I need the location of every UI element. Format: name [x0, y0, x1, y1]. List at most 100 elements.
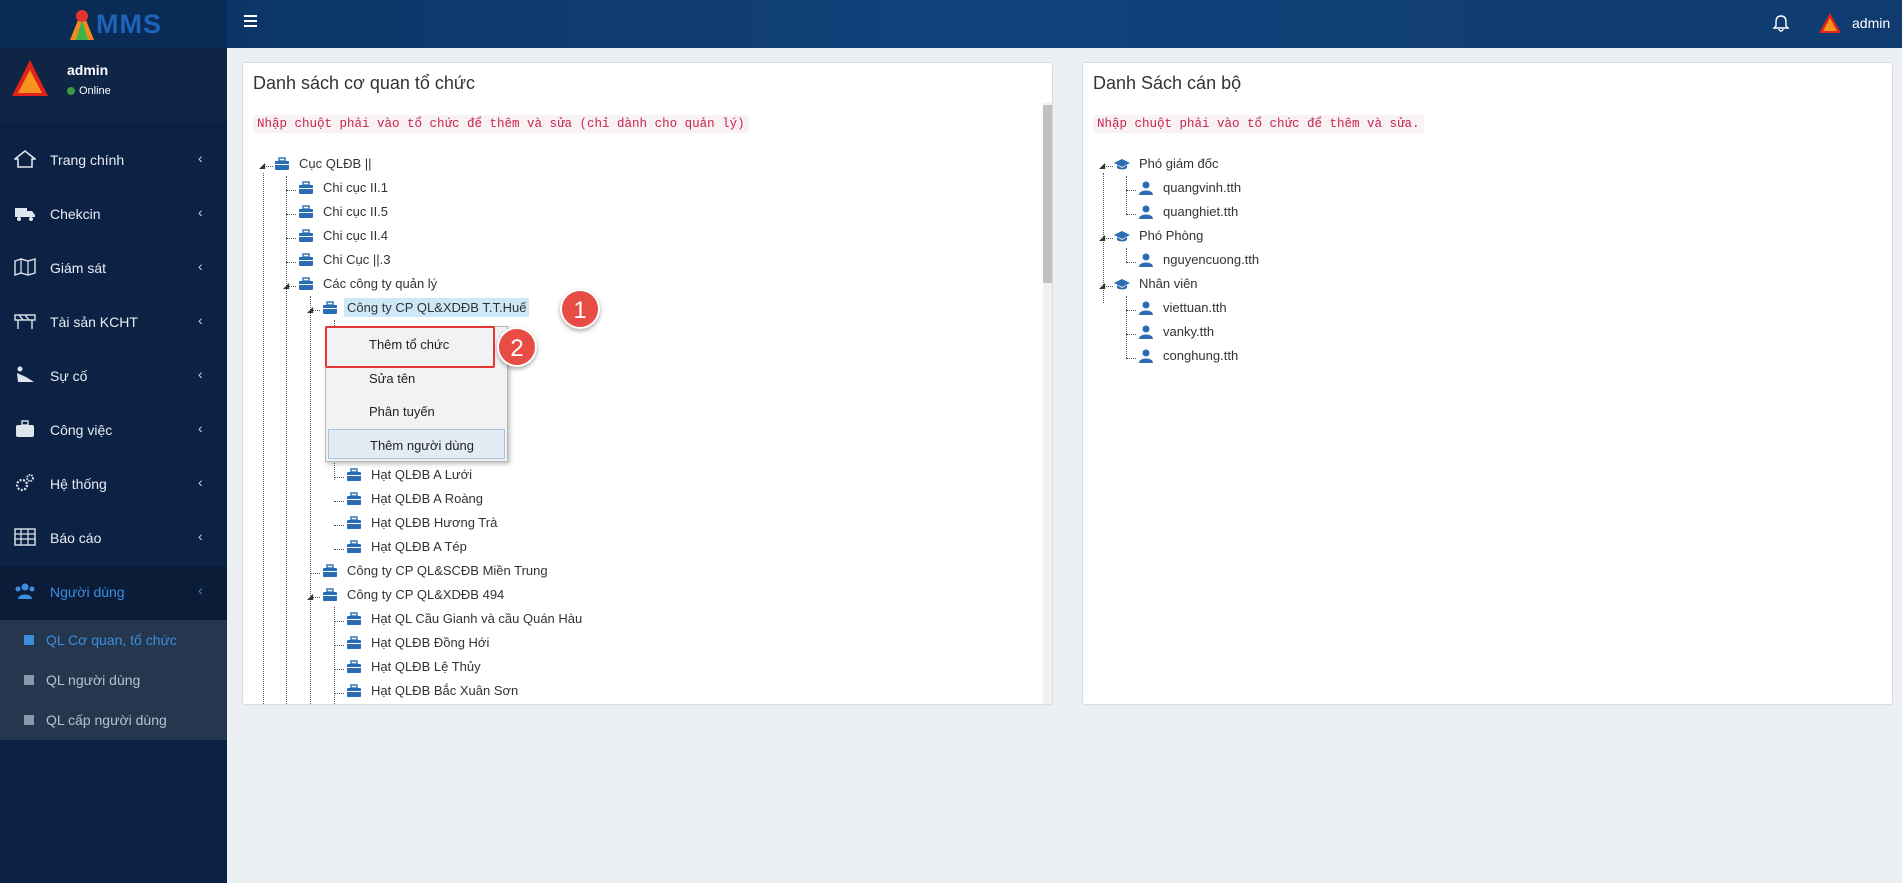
tree-line [1126, 190, 1136, 191]
tree-line [334, 501, 344, 502]
collapse-toggle-icon[interactable]: ◢ [283, 281, 290, 290]
tree-node[interactable]: Các công ty quản lý [298, 275, 440, 297]
sidebar-item-bao-cao[interactable]: Báo cáo ‹ [0, 512, 227, 566]
tree-node-selected[interactable]: Công ty CP QL&XDĐB T.T.Huế [322, 298, 530, 321]
user-avatar-icon[interactable] [1818, 11, 1842, 35]
callout-badge-2: 2 [497, 327, 537, 367]
briefcase-icon [323, 563, 337, 577]
collapse-toggle-icon[interactable]: ◢ [307, 305, 314, 314]
collapse-toggle-icon[interactable]: ◢ [1099, 233, 1106, 242]
tree-node[interactable]: Cục QLĐB || [274, 155, 375, 177]
sidebar-item-chekcin[interactable]: Chekcin ‹ [0, 188, 227, 242]
briefcase-icon [347, 491, 361, 505]
tree-node-user[interactable]: quanghiet.tth [1138, 203, 1241, 225]
tree-node-user[interactable]: quangvinh.tth [1138, 179, 1244, 201]
accident-icon [17, 366, 34, 382]
collapse-toggle-icon[interactable]: ◢ [259, 161, 266, 170]
staff-panel: Danh Sách cán bộ Nhập chuột phải vào tổ … [1082, 62, 1893, 705]
tree-node-label: Phó giám đốc [1139, 156, 1219, 172]
users-icon [15, 583, 35, 599]
logo-text: MMS [96, 9, 162, 39]
graduation-cap-icon [1114, 230, 1130, 242]
tree-node-user[interactable]: nguyencuong.tth [1138, 251, 1262, 273]
tree-line [334, 525, 344, 526]
briefcase-icon [347, 539, 361, 553]
tree-node[interactable]: Hạt QLĐB Lệ Thủy [346, 658, 484, 680]
briefcase-icon [347, 683, 361, 697]
sidebar-item-nguoi-dung[interactable]: Người dùng ‹ [0, 566, 227, 620]
tree-node-label: Nhân viên [1139, 276, 1198, 292]
tree-node-user[interactable]: viettuan.tth [1138, 299, 1230, 321]
tree-line [1126, 334, 1136, 335]
tree-node[interactable]: Hạt QLĐB A Tép [346, 538, 470, 560]
tree-node[interactable]: Hạt QLĐB Hương Trà [346, 514, 500, 536]
collapse-toggle-icon[interactable]: ◢ [1099, 161, 1106, 170]
tree-node[interactable]: Chi cục II.1 [298, 179, 391, 201]
chevron-left-icon: ‹ [198, 150, 203, 166]
sidebar-subitem-ql-cap-nguoi-dung[interactable]: QL cấp người dùng [0, 700, 227, 740]
tree-line [310, 296, 311, 704]
tree-line [263, 173, 264, 704]
sidebar-subitem-ql-nguoi-dung[interactable]: QL người dùng [0, 660, 227, 700]
chevron-left-icon: ‹ [198, 366, 203, 382]
tree-node[interactable]: Chi cục II.5 [298, 203, 391, 225]
briefcase-icon [323, 300, 337, 314]
menu-item-label: Sửa tên [369, 371, 416, 386]
collapse-toggle-icon[interactable]: ◢ [1099, 281, 1106, 290]
scrollbar-thumb[interactable] [1043, 105, 1052, 283]
sidebar-item-su-co[interactable]: Sự cố ‹ [0, 350, 227, 404]
online-dot-icon [67, 87, 75, 96]
chevron-left-icon: ‹ [198, 312, 203, 328]
top-user-name[interactable]: admin [1852, 15, 1890, 31]
tree-node-label: Hạt QLĐB Lệ Thủy [371, 659, 481, 675]
collapse-toggle-icon[interactable]: ◢ [307, 592, 314, 601]
sidebar-subitem-ql-co-quan[interactable]: QL Cơ quan, tổ chức [0, 620, 227, 660]
table-icon [14, 528, 36, 546]
tree-line [334, 645, 344, 646]
sidebar-item-trang-chinh[interactable]: Trang chính ‹ [0, 134, 227, 188]
tree-node[interactable]: Công ty CP QL&XDĐB 494 [322, 586, 507, 608]
bell-icon[interactable] [1770, 12, 1792, 34]
tree-line [334, 621, 344, 622]
chevron-left-icon: ‹ [198, 528, 203, 544]
tree-node-user[interactable]: conghung.tth [1138, 347, 1241, 369]
tree-node[interactable]: Hạt QLĐB Bắc Xuân Sơn [346, 682, 521, 704]
sidebar-subitem-label: QL người dùng [46, 672, 141, 688]
logo[interactable]: MMS [0, 0, 227, 48]
menu-item-phan-tuyen[interactable]: Phân tuyến [328, 396, 505, 426]
menu-item-them-nguoi-dung[interactable]: Thêm người dùng [328, 429, 505, 459]
square-bullet-icon [24, 715, 34, 725]
menu-item-label: Thêm người dùng [370, 438, 474, 453]
tree-node[interactable]: Hạt QL Cầu Gianh và cầu Quán Hàu [346, 610, 585, 632]
tree-node[interactable]: Chi cục II.4 [298, 227, 391, 249]
tree-node[interactable]: Hạt QLĐB Đồng Hới [346, 634, 492, 656]
sidebar-item-giam-sat[interactable]: Giám sát ‹ [0, 242, 227, 296]
tree-node[interactable]: Công ty CP QL&SCĐB Miền Trung [322, 562, 551, 584]
tree-node-label: vanky.tth [1163, 324, 1215, 340]
sidebar-item-tai-san-kcht[interactable]: Tài sản KCHT ‹ [0, 296, 227, 350]
briefcase-icon [299, 204, 313, 218]
tree-node-label: Chi Cục ||.3 [323, 252, 391, 268]
tree-node[interactable]: Hạt QLĐB A Lưới [346, 466, 475, 488]
tree-node-label: viettuan.tth [1163, 300, 1227, 316]
tree-node-label: Phó Phòng [1139, 228, 1204, 244]
sidebar-item-cong-viec[interactable]: Công việc ‹ [0, 404, 227, 458]
menu-toggle-icon[interactable] [240, 12, 262, 34]
tree-node[interactable]: Hạt QLĐB A Roàng [346, 490, 486, 512]
tree-node-role[interactable]: Phó Phòng [1114, 227, 1206, 249]
tree-node-user[interactable]: vanky.tth [1138, 323, 1217, 345]
tree-node-role[interactable]: Nhân viên [1114, 275, 1201, 297]
graduation-cap-icon [1114, 158, 1130, 170]
tree-node[interactable]: Chi Cục ||.3 [298, 251, 393, 273]
sidebar-item-he-thong[interactable]: Hệ thống ‹ [0, 458, 227, 512]
tree-node-role[interactable]: Phó giám đốc [1114, 155, 1222, 177]
tree-node-label: Hạt QLĐB Đồng Hới [371, 635, 490, 651]
sidebar-item-label: Người dùng [50, 584, 125, 600]
road-barrier-icon [14, 314, 36, 329]
tree-node-label: Công ty CP QL&XDĐB T.T.Huế [344, 298, 530, 318]
tree-line [334, 549, 344, 550]
sidebar-item-label: Hệ thống [50, 476, 107, 492]
status-text: Online [79, 85, 111, 97]
tree-node-label: quanghiet.tth [1163, 204, 1239, 220]
sidebar-item-label: Báo cáo [50, 530, 102, 546]
